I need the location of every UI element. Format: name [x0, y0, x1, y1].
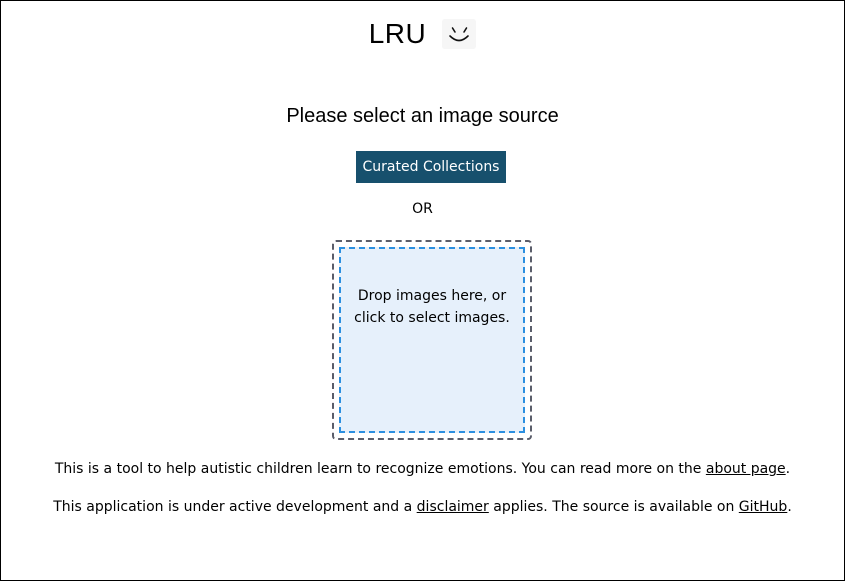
dropzone-inner-area: Drop images here, or click to select ima… [339, 247, 525, 433]
header: LRU [1, 19, 844, 49]
info-2-prefix: This application is under active develop… [53, 499, 417, 515]
page-subtitle: Please select an image source [286, 105, 559, 127]
about-page-link[interactable]: about page [706, 461, 786, 477]
smiley-face-icon [442, 19, 477, 49]
info-1-prefix: This is a tool to help autistic children… [54, 461, 706, 477]
app-frame: LRU Please select an image source Curate… [0, 0, 845, 581]
dropzone-line-1: Drop images here, or [357, 288, 507, 304]
image-dropzone[interactable]: Drop images here, or click to select ima… [332, 240, 532, 440]
info-text-about: This is a tool to help autistic children… [1, 460, 844, 478]
info-2-suffix: . [787, 499, 792, 515]
disclaimer-link[interactable]: disclaimer [417, 499, 489, 515]
dropzone-instructions: Drop images here, or click to select ima… [341, 285, 523, 329]
dropzone-line-2: click to select images. [354, 310, 510, 326]
app-title: LRU [368, 18, 427, 49]
github-link[interactable]: GitHub [739, 499, 788, 515]
info-2-middle: applies. The source is available on [488, 499, 739, 515]
curated-collections-button[interactable]: Curated Collections [356, 151, 506, 183]
info-text-disclaimer: This application is under active develop… [1, 498, 844, 516]
info-1-suffix: . [785, 461, 791, 477]
or-separator: OR [412, 201, 433, 217]
